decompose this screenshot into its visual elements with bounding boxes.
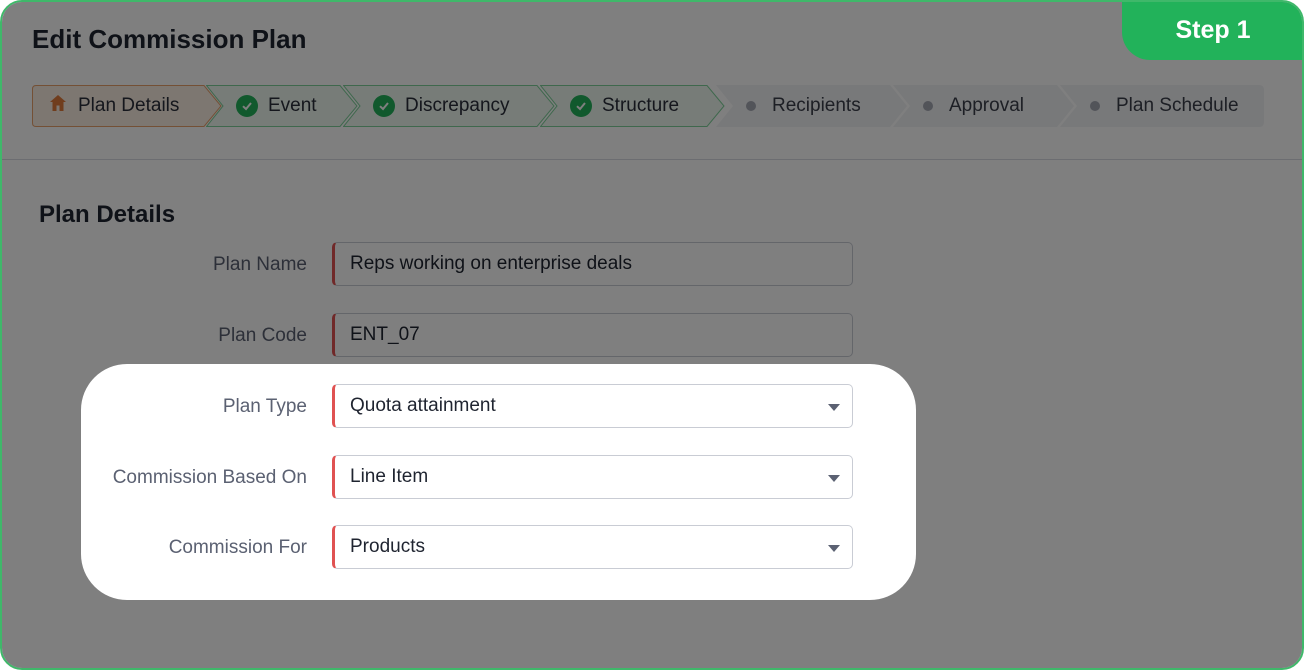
dot-icon [923, 101, 933, 111]
plan-code-input[interactable]: ENT_07 [332, 313, 853, 357]
step-label: Recipients [772, 95, 861, 116]
app-window: Edit Commission Plan Plan Details Event … [0, 0, 1304, 670]
dot-icon [746, 101, 756, 111]
check-icon [570, 95, 592, 117]
step-label: Discrepancy [405, 95, 510, 116]
step-event[interactable]: Event [206, 85, 358, 127]
step-label: Plan Details [78, 95, 180, 116]
chevron-down-icon[interactable] [828, 545, 840, 552]
step-plan-details[interactable]: Plan Details [32, 85, 222, 127]
chevron-down-icon[interactable] [828, 475, 840, 482]
commission-based-on-select[interactable]: Line Item [332, 455, 853, 499]
step-label: Plan Schedule [1116, 95, 1239, 116]
chevron-down-icon[interactable] [828, 404, 840, 411]
page-title: Edit Commission Plan [32, 24, 307, 54]
plan-type-value: Quota attainment [350, 395, 496, 416]
home-icon [48, 93, 68, 119]
plan-name-value: Reps working on enterprise deals [350, 253, 632, 274]
commission-for-label: Commission For [168, 537, 307, 558]
commission-based-on-value: Line Item [350, 466, 429, 487]
check-icon [373, 95, 395, 117]
step-label: Structure [602, 95, 680, 116]
plan-type-select[interactable]: Quota attainment [332, 384, 853, 428]
plan-code-label: Plan Code [218, 325, 307, 346]
commission-for-value: Products [350, 536, 425, 557]
dot-icon [1090, 101, 1100, 111]
step-approval[interactable]: Approval [893, 85, 1075, 127]
header-divider [2, 159, 1302, 160]
step-label: Event [268, 95, 317, 116]
step-label: Approval [949, 95, 1024, 116]
section-title: Plan Details [39, 201, 176, 228]
plan-name-input[interactable]: Reps working on enterprise deals [332, 242, 853, 286]
step-plan-schedule[interactable]: Plan Schedule [1060, 85, 1264, 127]
step-discrepancy[interactable]: Discrepancy [343, 85, 555, 127]
plan-type-label: Plan Type [222, 396, 307, 417]
step-badge: Step 1 [1122, 2, 1302, 60]
step-structure[interactable]: Structure [540, 85, 725, 127]
commission-based-on-label: Commission Based On [112, 467, 307, 488]
check-icon [236, 95, 258, 117]
commission-for-select[interactable]: Products [332, 525, 853, 569]
plan-code-value: ENT_07 [350, 324, 420, 345]
plan-name-label: Plan Name [213, 254, 307, 275]
step-recipients[interactable]: Recipients [716, 85, 908, 127]
